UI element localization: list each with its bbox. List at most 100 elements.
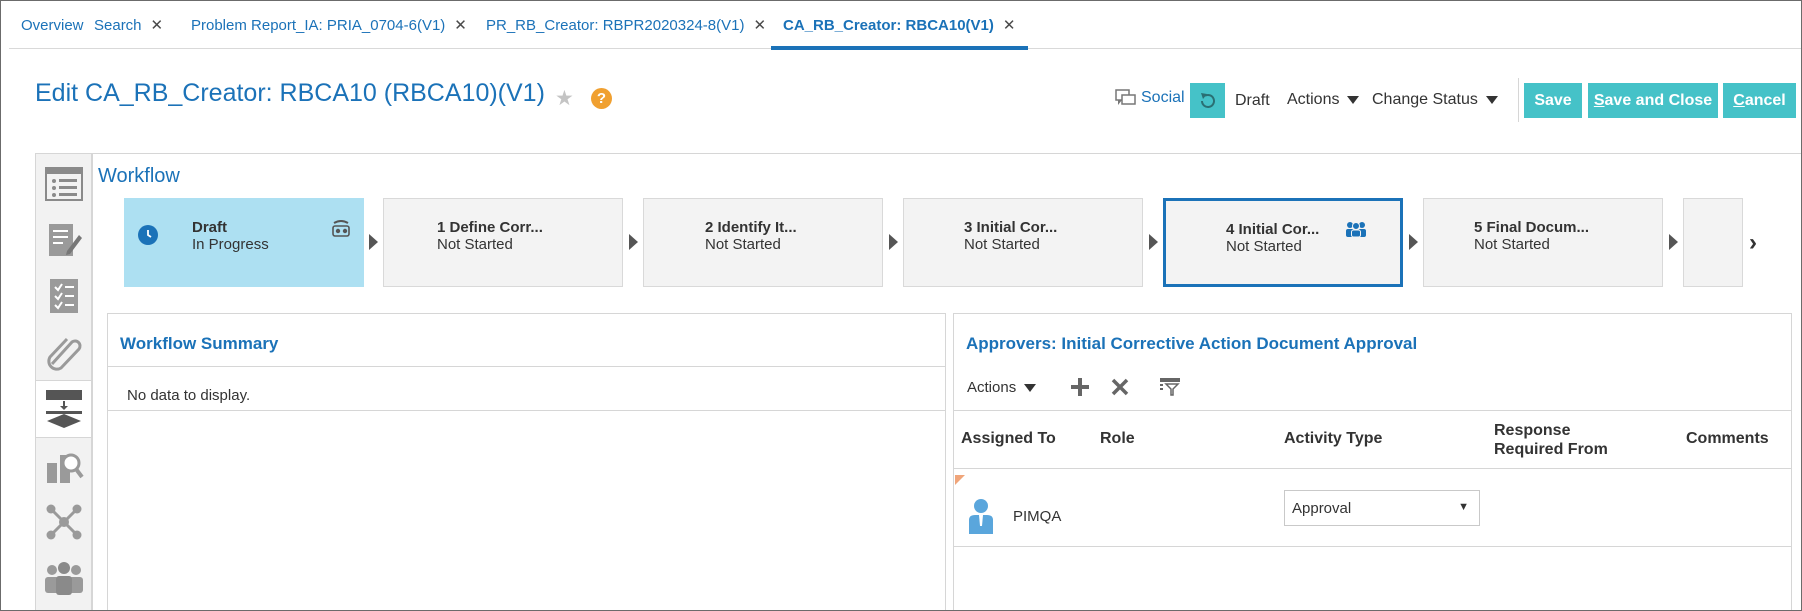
step-status: Not Started (705, 236, 781, 253)
rail-team[interactable] (36, 550, 91, 606)
activity-type-select[interactable]: Approval ▼ (1284, 490, 1480, 526)
chevron-right-icon[interactable]: › (1749, 229, 1757, 257)
rail-workflow[interactable] (36, 380, 91, 438)
save-and-close-button[interactable]: Save and Close (1588, 83, 1718, 118)
column-header-activity-type[interactable]: Activity Type (1284, 430, 1382, 448)
chevron-down-icon (1347, 96, 1360, 104)
divider (954, 410, 1791, 411)
rail-checklist[interactable] (36, 268, 91, 324)
step-status: In Progress (192, 236, 269, 253)
list-icon (44, 167, 83, 201)
rail-overview[interactable] (36, 156, 91, 212)
workflow-step-6-partial[interactable] (1683, 198, 1743, 287)
workflow-step-4[interactable]: 4 Initial Cor... Not Started (1163, 198, 1403, 287)
social-icon (1115, 89, 1136, 105)
app-window: Overview Search ✕ Problem Report_IA: PRI… (0, 0, 1802, 611)
row-flag-icon (955, 475, 965, 485)
star-icon[interactable]: ★ (555, 86, 574, 111)
cancel-mnemonic: C (1733, 91, 1745, 109)
step-name: 5 Final Docum... (1474, 219, 1590, 236)
social-label: Social (1141, 89, 1185, 106)
workflow-step-5[interactable]: 5 Final Docum... Not Started (1423, 198, 1663, 287)
close-icon[interactable]: ✕ (151, 16, 164, 34)
close-icon[interactable]: ✕ (1003, 16, 1016, 34)
divider (108, 410, 945, 411)
tab-pr-rb-creator[interactable]: PR_RB_Creator: RBPR2020324-8(V1) ✕ (474, 1, 778, 49)
tab-bar: Overview Search ✕ Problem Report_IA: PRI… (9, 1, 1801, 50)
tab-label: Problem Report_IA: PRIA_0704-6(V1) (191, 16, 446, 34)
chevron-down-icon (1024, 383, 1037, 392)
step-arrow (889, 234, 898, 250)
step-status: Not Started (437, 236, 513, 253)
workflow-step-3[interactable]: 3 Initial Cor... Not Started (903, 198, 1143, 287)
people-icon (1346, 222, 1366, 237)
checklist-icon (49, 279, 78, 313)
actions-label: Actions (967, 379, 1017, 396)
approvers-actions-menu[interactable]: Actions (967, 379, 1037, 396)
refresh-icon (1200, 92, 1215, 108)
change-status-label: Change Status (1372, 91, 1478, 108)
tab-search[interactable]: Search ✕ (82, 1, 175, 49)
close-icon[interactable]: ✕ (454, 16, 467, 34)
save-close-label: ave and Close (1604, 91, 1713, 109)
workflow-summary-title: Workflow Summary (120, 334, 279, 353)
actions-label: Actions (1287, 91, 1340, 108)
step-arrow (1149, 234, 1158, 250)
column-header-comments[interactable]: Comments (1686, 430, 1769, 448)
tab-label: PR_RB_Creator: RBPR2020324-8(V1) (486, 16, 745, 34)
delete-icon[interactable] (1108, 375, 1132, 399)
step-arrow (629, 234, 638, 250)
close-icon[interactable]: ✕ (753, 16, 766, 34)
workflow-title: Workflow (98, 165, 180, 187)
column-header-role[interactable]: Role (1100, 430, 1135, 448)
user-icon (969, 499, 993, 534)
change-status-menu[interactable]: Change Status (1372, 91, 1498, 109)
tab-label: Overview (21, 16, 84, 34)
side-rail (35, 153, 92, 610)
approvers-title: Approvers: Initial Corrective Action Doc… (966, 334, 1418, 353)
actions-menu[interactable]: Actions (1287, 91, 1360, 109)
step-name: 3 Initial Cor... (964, 219, 1058, 236)
step-arrow (369, 234, 378, 250)
workflow-step-1[interactable]: 1 Define Corr... Not Started (383, 198, 623, 287)
workflow-icon (45, 390, 82, 428)
rail-edit[interactable] (36, 212, 91, 268)
divider (108, 366, 945, 367)
tab-problem-report[interactable]: Problem Report_IA: PRIA_0704-6(V1) ✕ (179, 1, 479, 49)
rail-search-doc[interactable] (36, 438, 91, 494)
step-status: Not Started (1474, 236, 1550, 253)
rail-attachments[interactable] (36, 324, 91, 380)
step-arrow (1409, 234, 1418, 250)
status-label: Draft (1235, 92, 1270, 109)
refresh-button[interactable] (1190, 83, 1225, 118)
group-icon (44, 562, 83, 595)
chevron-down-icon: ▼ (1458, 501, 1469, 513)
tab-label: Search (94, 16, 142, 34)
step-status: Not Started (1226, 238, 1302, 255)
column-header-response-required[interactable]: Response Required From (1494, 421, 1634, 459)
edit-icon (48, 224, 82, 256)
cancel-button[interactable]: Cancel (1723, 83, 1796, 118)
rail-relationships[interactable] (36, 494, 91, 550)
help-icon[interactable]: ? (591, 88, 612, 109)
workflow-step-2[interactable]: 2 Identify It... Not Started (643, 198, 883, 287)
filter-icon[interactable] (1158, 375, 1182, 399)
save-label: Save (1534, 91, 1572, 109)
social-link[interactable]: Social (1115, 89, 1185, 107)
assigned-to-value: PIMQA (1013, 508, 1062, 525)
divider (954, 546, 1791, 547)
page-title: Edit CA_RB_Creator: RBCA10 (RBCA10)(V1) (35, 79, 545, 107)
workflow-summary-panel (107, 313, 946, 610)
save-button[interactable]: Save (1524, 83, 1582, 118)
approvers-panel (953, 313, 1792, 610)
plus-icon[interactable] (1068, 375, 1092, 399)
reassign-icon[interactable] (330, 219, 352, 237)
tab-label: CA_RB_Creator: RBCA10(V1) (783, 16, 994, 34)
tab-ca-rb-creator[interactable]: CA_RB_Creator: RBCA10(V1) ✕ (771, 1, 1028, 50)
workflow-step-draft[interactable]: Draft In Progress (124, 198, 364, 287)
column-header-assigned-to[interactable]: Assigned To (961, 430, 1056, 448)
step-arrow (1669, 234, 1678, 250)
save-close-mnemonic: S (1593, 91, 1605, 109)
cancel-label: ancel (1744, 91, 1786, 109)
step-name: 4 Initial Cor... (1226, 221, 1320, 238)
